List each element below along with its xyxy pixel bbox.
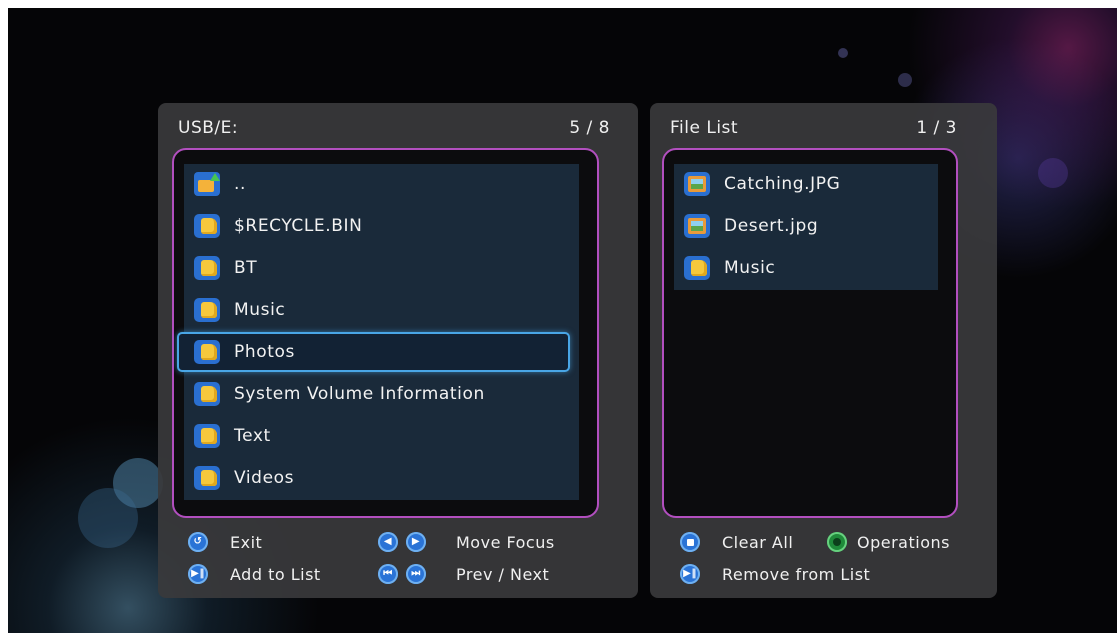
hint-label: Operations (857, 532, 950, 552)
image-file-icon (684, 214, 710, 238)
list-item-text[interactable]: Text (184, 416, 579, 456)
bokeh-decoration (78, 488, 138, 548)
page-indicator: 5 / 8 (569, 118, 610, 138)
previous-icon: ⏮ (378, 564, 398, 584)
file-browser-panel: USB/E: 5 / 8 .. $RECYCLE.BIN BT Music Ph… (158, 103, 638, 598)
list-item-parent[interactable]: .. (184, 164, 579, 204)
file-list: Catching.JPG Desert.jpg Music (674, 164, 938, 290)
hint-prev-next[interactable]: ⏮ ⏭ Prev / Next (378, 564, 549, 584)
image-file-icon (684, 172, 710, 196)
file-browser-list-frame: .. $RECYCLE.BIN BT Music Photos System V… (172, 148, 599, 518)
list-item-label: Catching.JPG (724, 174, 841, 194)
list-item-label: Music (724, 258, 776, 278)
folder-icon (194, 382, 220, 406)
list-item-label: Desert.jpg (724, 216, 819, 236)
folder-icon (194, 214, 220, 238)
folder-icon (194, 466, 220, 490)
folder-icon (194, 340, 220, 364)
hint-remove-from-list[interactable]: ▶‖ Remove from List (680, 564, 870, 584)
file-list-panel: File List 1 / 3 Catching.JPG Desert.jpg … (650, 103, 997, 598)
list-item-music[interactable]: Music (674, 248, 938, 288)
bokeh-decoration (838, 48, 848, 58)
folder-icon (684, 256, 710, 280)
list-item-photos-selected[interactable]: Photos (177, 332, 570, 372)
left-arrow-icon: ◀ (378, 532, 398, 552)
list-item-label: .. (234, 174, 247, 194)
stop-icon (680, 532, 700, 552)
current-path: USB/E: (178, 118, 239, 138)
list-item-recycle-bin[interactable]: $RECYCLE.BIN (184, 206, 579, 246)
folder-icon (194, 256, 220, 280)
list-item-label: Videos (234, 468, 295, 488)
file-list-frame: Catching.JPG Desert.jpg Music (662, 148, 958, 518)
list-item-catching-jpg[interactable]: Catching.JPG (674, 164, 938, 204)
hint-clear-all[interactable]: Clear All (680, 532, 793, 552)
hint-add-to-list[interactable]: ▶‖ Add to List (188, 564, 321, 584)
list-item-music[interactable]: Music (184, 290, 579, 330)
list-item-videos[interactable]: Videos (184, 458, 579, 498)
hint-label: Clear All (722, 532, 794, 552)
list-item-label: Text (234, 426, 271, 446)
folder-icon (194, 424, 220, 448)
hint-label: Move Focus (456, 532, 555, 552)
next-icon: ⏭ (406, 564, 426, 584)
play-pause-icon: ▶‖ (680, 564, 700, 584)
right-arrow-icon: ▶ (406, 532, 426, 552)
list-item-system-volume-information[interactable]: System Volume Information (184, 374, 579, 414)
list-item-label: System Volume Information (234, 384, 485, 404)
file-list-title: File List (670, 118, 739, 138)
hint-operations[interactable]: Operations (827, 532, 950, 552)
media-player-screen: USB/E: 5 / 8 .. $RECYCLE.BIN BT Music Ph… (8, 8, 1117, 633)
hint-label: Prev / Next (456, 564, 550, 584)
play-pause-icon: ▶‖ (188, 564, 208, 584)
list-item-label: BT (234, 258, 258, 278)
list-item-label: Music (234, 300, 286, 320)
folder-icon (194, 298, 220, 322)
hint-move-focus[interactable]: ◀ ▶ Move Focus (378, 532, 555, 552)
green-button-icon (827, 532, 847, 552)
page-indicator: 1 / 3 (916, 118, 957, 138)
file-browser-list: .. $RECYCLE.BIN BT Music Photos System V… (177, 164, 579, 500)
hint-label: Exit (230, 532, 263, 552)
hint-label: Add to List (230, 564, 321, 584)
list-item-label: $RECYCLE.BIN (234, 216, 363, 236)
hint-exit[interactable]: ↺ Exit (188, 532, 262, 552)
bokeh-decoration (898, 73, 912, 87)
hint-label: Remove from List (722, 564, 871, 584)
back-button-icon: ↺ (188, 532, 208, 552)
list-item-label: Photos (234, 342, 295, 362)
list-item-bt[interactable]: BT (184, 248, 579, 288)
parent-folder-icon (194, 172, 220, 196)
list-item-desert-jpg[interactable]: Desert.jpg (674, 206, 938, 246)
bokeh-decoration (1038, 158, 1068, 188)
